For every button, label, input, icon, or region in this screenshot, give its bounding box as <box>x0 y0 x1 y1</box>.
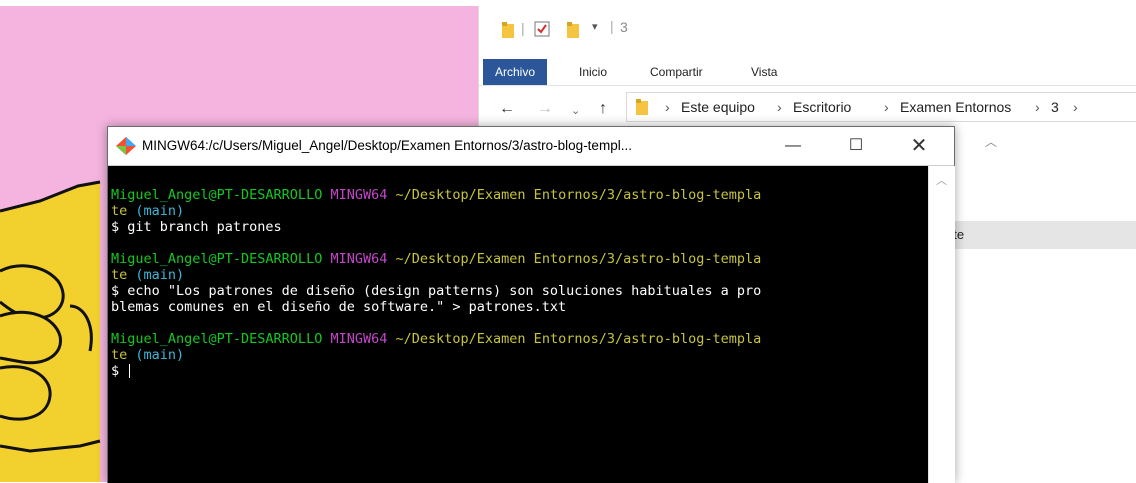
desktop: | ▾ | 3 Archivo Inicio Compartir Vista ←… <box>0 0 1136 483</box>
breadcrumb-3[interactable]: 3 <box>1051 99 1059 115</box>
text-cursor <box>129 364 131 378</box>
breadcrumb-chevron-icon[interactable]: › <box>1073 99 1078 115</box>
tab-compartir[interactable]: Compartir <box>640 59 713 85</box>
prompt-line: Miguel_Angel@PT-DESARROLLO MINGW64 ~/Des… <box>111 331 762 347</box>
terminal-title: MINGW64:/c/Users/Miguel_Angel/Desktop/Ex… <box>142 138 632 153</box>
recent-locations-chevron-icon[interactable]: ⌄ <box>571 104 580 117</box>
window-title-folder: 3 <box>620 19 628 35</box>
command-line-wrap: blemas comunes en el diseño de software.… <box>111 299 567 315</box>
vertical-scrollbar[interactable]: ︿ <box>928 166 955 483</box>
prompt-line: Miguel_Angel@PT-DESARROLLO MINGW64 ~/Des… <box>111 187 762 203</box>
breadcrumb-chevron-icon[interactable]: › <box>665 99 670 115</box>
quick-access-toolbar: | ▾ | 3 <box>479 6 1136 50</box>
up-arrow-icon[interactable]: ↑ <box>599 100 607 118</box>
tab-inicio[interactable]: Inicio <box>569 59 617 85</box>
breadcrumb-chevron-icon[interactable]: › <box>884 99 889 115</box>
minimize-button[interactable]: — <box>770 127 816 165</box>
tab-archivo[interactable]: Archivo <box>483 59 548 85</box>
prompt-line: Miguel_Angel@PT-DESARROLLO MINGW64 ~/Des… <box>111 251 762 267</box>
breadcrumb-chevron-icon[interactable]: › <box>777 99 782 115</box>
new-folder-icon[interactable] <box>567 22 579 38</box>
address-bar[interactable]: › Este equipo › Escritorio › Examen Ento… <box>626 92 1136 122</box>
command-line: $ git branch patrones <box>111 219 282 235</box>
breadcrumb-examen-entornos[interactable]: Examen Entornos <box>900 99 1011 115</box>
folder-icon <box>636 99 648 115</box>
customize-toolbar-icon[interactable]: ▾ <box>592 20 598 33</box>
forward-arrow-icon[interactable]: → <box>537 100 553 118</box>
folder-icon[interactable] <box>502 22 514 38</box>
git-bash-terminal-window: MINGW64:/c/Users/Miguel_Angel/Desktop/Ex… <box>107 126 955 483</box>
command-line: $ echo "Los patrones de diseño (design p… <box>111 283 762 299</box>
breadcrumb-escritorio[interactable]: Escritorio <box>793 99 851 115</box>
scroll-up-chevron-icon[interactable]: ︿ <box>936 172 947 188</box>
terminal-output[interactable]: Miguel_Angel@PT-DESARROLLO MINGW64 ~/Des… <box>108 166 928 483</box>
input-prompt[interactable]: $ <box>111 363 928 379</box>
properties-check-icon[interactable] <box>534 21 550 37</box>
prompt-line-wrap: te (main) <box>111 347 185 363</box>
maximize-button[interactable]: ☐ <box>833 127 879 165</box>
list-item[interactable]: ate <box>926 221 1136 249</box>
prompt-line-wrap: te (main) <box>111 267 185 283</box>
terminal-title-bar[interactable]: MINGW64:/c/Users/Miguel_Angel/Desktop/Ex… <box>108 127 954 166</box>
ribbon-tabs: Archivo Inicio Compartir Vista <box>479 50 1136 86</box>
separator: | <box>521 20 525 36</box>
tab-vista[interactable]: Vista <box>741 59 787 85</box>
prompt-line-wrap: te (main) <box>111 203 185 219</box>
breadcrumb-este-equipo[interactable]: Este equipo <box>681 99 755 115</box>
sort-chevron-up-icon[interactable]: ︿ <box>985 133 997 150</box>
close-button[interactable]: ✕ <box>896 127 942 165</box>
separator: | <box>610 18 614 34</box>
git-bash-icon <box>116 137 136 155</box>
back-arrow-icon[interactable]: ← <box>499 100 515 118</box>
breadcrumb-chevron-icon[interactable]: › <box>1035 99 1040 115</box>
